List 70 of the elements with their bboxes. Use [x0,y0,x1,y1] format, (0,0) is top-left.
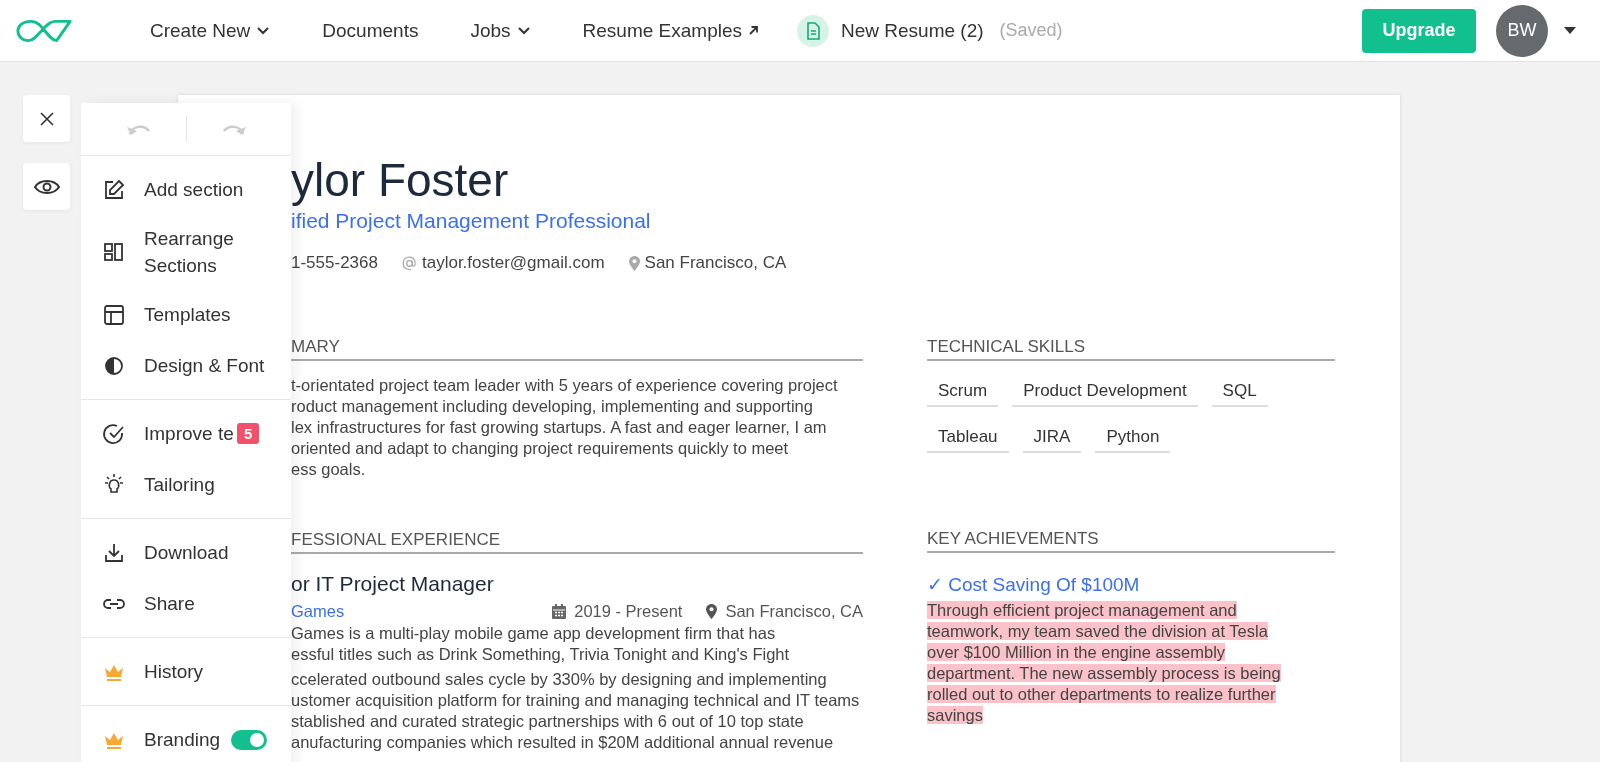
summary-line: ess goals. [291,459,367,480]
resume-name: ylor Foster [291,153,510,207]
map-pin-icon [706,604,718,619]
map-pin-icon [628,255,640,271]
job-dates: 2019 - Present [574,602,683,621]
nav-link[interactable]: Create New [150,19,271,42]
menu-item[interactable]: Add section [81,164,291,215]
resume-headline: ified Project Management Professional [291,209,652,233]
arrow-up-right-icon [748,25,760,36]
menu-item[interactable]: Improve te 5 [81,408,291,459]
skill-tag: Scrum [927,377,999,407]
template-icon [102,302,126,327]
calendar-icon [552,604,567,619]
summary-line: roduct management including developing, implementing and supporting [291,396,814,417]
section-heading: FESSIONAL EXPERIENCE [291,530,863,554]
chevron-down-icon [256,26,271,35]
at-sign-icon [401,255,417,271]
job-description-line: Games is a multi-play mobile game app development firm that has [291,623,777,644]
close-icon [39,111,54,126]
undo-icon[interactable] [125,122,152,136]
contact-text: taylor.foster@gmail.com [421,253,605,273]
company-name: Games [291,602,345,621]
section-heading: TECHNICAL SKILLS [927,337,1335,361]
job-bullet-line: stablished and curated strategic partnerships with 6 out of 10 top state [291,711,805,732]
skill-tag: Tableau [927,423,1009,453]
menu-item[interactable]: Tailoring [81,459,291,510]
menu-item[interactable]: Share [81,578,291,629]
check-circle-icon [102,421,126,446]
pencil-square-icon [102,177,126,202]
menu-item[interactable]: Branding [81,714,291,762]
summary-line: t-orientated project team leader with 5 years of experience covering project [291,375,839,396]
achievement-text: Through efficient project management and teamwork, my team saved the division at Tesla over $100 Million in the engine assembly department. The new assembly process is being rolled out to other departments to realize further savings [927,600,1282,726]
redo-icon[interactable] [220,122,247,136]
job-bullet-line: ustomer acquisition platform for training and managing technical and IT teams [291,690,861,711]
job-bullet-line: anufacturing companies which resulted in $20M additional annual revenue [291,732,835,753]
achievement-title: ✓ Cost Saving Of $100M [927,573,1141,596]
toggle-switch[interactable] [231,729,267,750]
summary-line: oriented and adapt to changing project requirements quickly to meet [291,438,790,459]
user-avatar[interactable]: BW [1496,4,1548,57]
contact-text: 1-555-2368 [291,253,378,273]
nav-link[interactable]: Documents [322,19,419,42]
job-description-line: essful titles such as Drink Something, Trivia Tonight and King's Fight [291,644,791,665]
menu-item[interactable]: History [81,646,291,697]
summary-line: lex infrastructures for fast growing startups. A fast and eager learner, I am [291,417,828,438]
job-title: or IT Project Manager [291,572,495,596]
menu-item[interactable]: Templates [81,289,291,340]
menu-item[interactable]: Download [81,527,291,578]
menu-item[interactable]: Design & Font [81,340,291,391]
section-heading: MARY [291,337,863,361]
skill-tag: Product Development [1012,377,1198,407]
menu-item[interactable]: Rearrange Sections [81,215,291,289]
eye-icon [32,177,61,196]
nav-link[interactable]: Jobs [470,19,531,42]
skill-tag: JIRA [1022,423,1082,453]
section-heading: KEY ACHIEVEMENTS [927,529,1335,553]
preview-button[interactable] [23,163,70,210]
caret-down-icon[interactable] [1564,27,1576,34]
document-icon [797,14,830,47]
chevron-down-icon [516,26,531,35]
contact-text: San Francisco, CA [644,253,787,273]
nav-link[interactable]: Resume Examples [582,19,760,42]
count-badge: 5 [237,423,260,444]
save-status: (Saved) [999,20,1063,41]
job-location: San Francisco, CA [725,602,863,621]
job-bullet-line: ccelerated outbound sales cycle by 330% by designing and implementing [291,669,828,690]
skill-tag: Python [1095,423,1171,453]
close-button[interactable] [23,95,70,142]
layout-blocks-icon [102,240,126,264]
skill-tag: SQL [1211,377,1268,407]
document-title: New Resume (2) [841,19,984,42]
